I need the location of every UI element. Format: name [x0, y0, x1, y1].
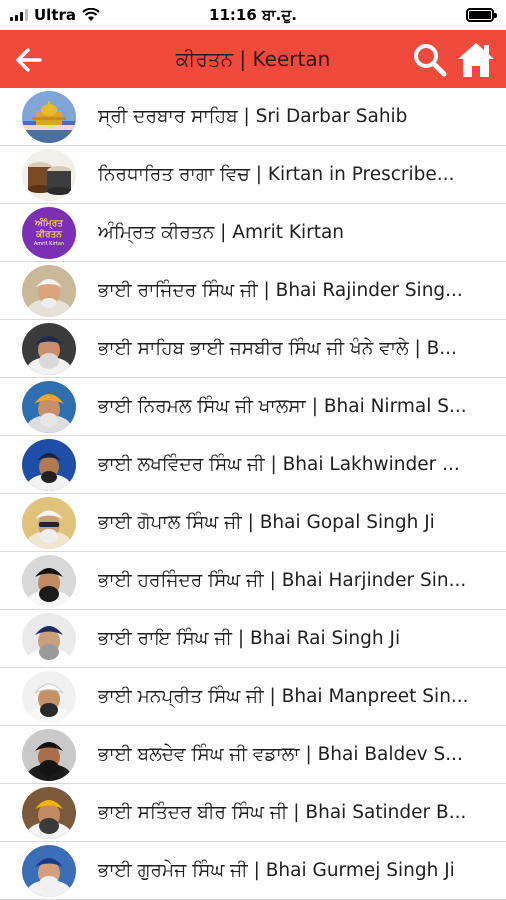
list-item-label: ਭਾਈ ਨਿਰਮਲ ਸਿੰਘ ਜੀ ਖਾਲਸਾ | Bhai Nirmal S.…: [98, 396, 467, 417]
singer-portrait: [22, 323, 76, 375]
list-item-label: ਭਾਈ ਗੁਰਮੇਜ ਸਿੰਘ ਜੀ | Bhai Gurmej Singh J…: [98, 860, 455, 881]
list-item-label: ਭਾਈ ਰਾਜਿੰਦਰ ਸਿੰਘ ਜੀ | Bhai Rajinder Sing…: [98, 280, 463, 301]
logo-text: Amrit Kirtan: [33, 240, 65, 247]
list-item-label: ਭਾਈ ਸਾਹਿਬ ਭਾਈ ਜਸਬੀਰ ਸਿੰਘ ਜੀ ਖੰਨੇ ਵਾਲੇ | …: [98, 338, 457, 359]
list-item[interactable]: ਭਾਈ ਬਲਦੇਵ ਸਿੰਘ ਜੀ ਵਡਾਲਾ | Bhai Baldev S.…: [0, 726, 506, 784]
battery-icon: [466, 8, 497, 22]
list-item[interactable]: ਭਾਈ ਲਖਵਿੰਦਰ ਸਿੰਘ ਜੀ | Bhai Lakhwinder ..…: [0, 436, 506, 494]
list-item-label: ਸ੍ਰੀ ਦਰਬਾਰ ਸਾਹਿਬ | Sri Darbar Sahib: [98, 106, 408, 127]
singer-portrait: [22, 381, 76, 433]
list-item-label: ਭਾਈ ਰਾਇ ਸਿੰਘ ਜੀ | Bhai Rai Singh Ji: [98, 628, 401, 649]
golden-temple-image: [22, 91, 76, 143]
amrit-kirtan-logo: ਅੰਮ੍ਰਿਤ ਕੀਰਤਨ Amrit Kirtan: [22, 207, 76, 259]
list-item[interactable]: ਭਾਈ ਗੁਰਮੇਜ ਸਿੰਘ ਜੀ | Bhai Gurmej Singh J…: [0, 842, 506, 900]
logo-text: ਕੀਰਤਨ: [36, 229, 62, 240]
search-icon: [414, 44, 447, 77]
back-button[interactable]: [10, 41, 48, 79]
list-item[interactable]: ਭਾਈ ਗੋਪਾਲ ਸਿੰਘ ਜੀ | Bhai Gopal Singh Ji: [0, 494, 506, 552]
list-item-label: ਭਾਈ ਲਖਵਿੰਦਰ ਸਿੰਘ ਜੀ | Bhai Lakhwinder ..…: [98, 454, 460, 475]
list-item[interactable]: ਭਾਈ ਸਤਿੰਦਰ ਬੀਰ ਸਿੰਘ ਜੀ | Bhai Satinder B…: [0, 784, 506, 842]
status-time: 11:16 ਬਾ.ਦੁ.: [209, 6, 297, 24]
singer-portrait: [22, 787, 76, 839]
list-item[interactable]: ਭਾਈ ਰਾਇ ਸਿੰਘ ਜੀ | Bhai Rai Singh Ji: [0, 610, 506, 668]
search-button[interactable]: [412, 42, 448, 78]
back-arrow-icon: [16, 48, 42, 72]
singer-portrait: [22, 497, 76, 549]
singer-portrait: [22, 729, 76, 781]
singer-portrait: [22, 555, 76, 607]
list-item[interactable]: ਭਾਈ ਮਨਪ੍ਰੀਤ ਸਿੰਘ ਜੀ | Bhai Manpreet Sin.…: [0, 668, 506, 726]
list-item-label: ਭਾਈ ਹਰਜਿੰਦਰ ਸਿੰਘ ਜੀ | Bhai Harjinder Sin…: [98, 570, 467, 591]
status-bar: Ultra 11:16 ਬਾ.ਦੁ.: [0, 0, 506, 30]
list-item[interactable]: ਅੰਮ੍ਰਿਤ ਕੀਰਤਨ Amrit Kirtan ਅੰਮ੍ਰਿਤ ਕੀਰਤਨ…: [0, 204, 506, 262]
home-button[interactable]: [456, 40, 496, 80]
tabla-image: [22, 149, 76, 201]
singer-portrait: [22, 265, 76, 317]
list-item-label: ਭਾਈ ਬਲਦੇਵ ਸਿੰਘ ਜੀ ਵਡਾਲਾ | Bhai Baldev S.…: [98, 744, 463, 765]
home-icon: [458, 43, 494, 77]
app-bar: ਕੀਰਤਨ | Keertan: [0, 30, 506, 88]
list-item-label: ਨਿਰਧਾਰਿਤ ਰਾਗਾ ਵਿਚ | Kirtan in Prescribe.…: [98, 164, 455, 185]
list-item-label: ਭਾਈ ਗੋਪਾਲ ਸਿੰਘ ਜੀ | Bhai Gopal Singh Ji: [98, 512, 435, 533]
logo-text: ਅੰਮ੍ਰਿਤ: [35, 218, 63, 229]
list-item[interactable]: ਨਿਰਧਾਰਿਤ ਰਾਗਾ ਵਿਚ | Kirtan in Prescribe.…: [0, 146, 506, 204]
list-item[interactable]: ਭਾਈ ਨਿਰਮਲ ਸਿੰਘ ਜੀ ਖਾਲਸਾ | Bhai Nirmal S.…: [0, 378, 506, 436]
list-item-label: ਭਾਈ ਸਤਿੰਦਰ ਬੀਰ ਸਿੰਘ ਜੀ | Bhai Satinder B…: [98, 802, 467, 823]
list-item[interactable]: ਭਾਈ ਸਾਹਿਬ ਭਾਈ ਜਸਬੀਰ ਸਿੰਘ ਜੀ ਖੰਨੇ ਵਾਲੇ | …: [0, 320, 506, 378]
list-item[interactable]: ਭਾਈ ਰਾਜਿੰਦਰ ਸਿੰਘ ਜੀ | Bhai Rajinder Sing…: [0, 262, 506, 320]
singer-portrait: [22, 671, 76, 723]
singer-portrait: [22, 845, 76, 897]
singer-portrait: [22, 613, 76, 665]
list-item[interactable]: ਸ੍ਰੀ ਦਰਬਾਰ ਸਾਹਿਬ | Sri Darbar Sahib: [0, 88, 506, 146]
list-item[interactable]: ਭਾਈ ਹਰਜਿੰਦਰ ਸਿੰਘ ਜੀ | Bhai Harjinder Sin…: [0, 552, 506, 610]
list-item-label: ਭਾਈ ਮਨਪ੍ਰੀਤ ਸਿੰਘ ਜੀ | Bhai Manpreet Sin.…: [98, 686, 469, 707]
list-item-label: ਅੰਮ੍ਰਿਤ ਕੀਰਤਨ | Amrit Kirtan: [98, 222, 345, 243]
keertan-list: ਸ੍ਰੀ ਦਰਬਾਰ ਸਾਹਿਬ | Sri Darbar Sahib ਨਿਰਧ…: [0, 88, 506, 900]
singer-portrait: [22, 439, 76, 491]
